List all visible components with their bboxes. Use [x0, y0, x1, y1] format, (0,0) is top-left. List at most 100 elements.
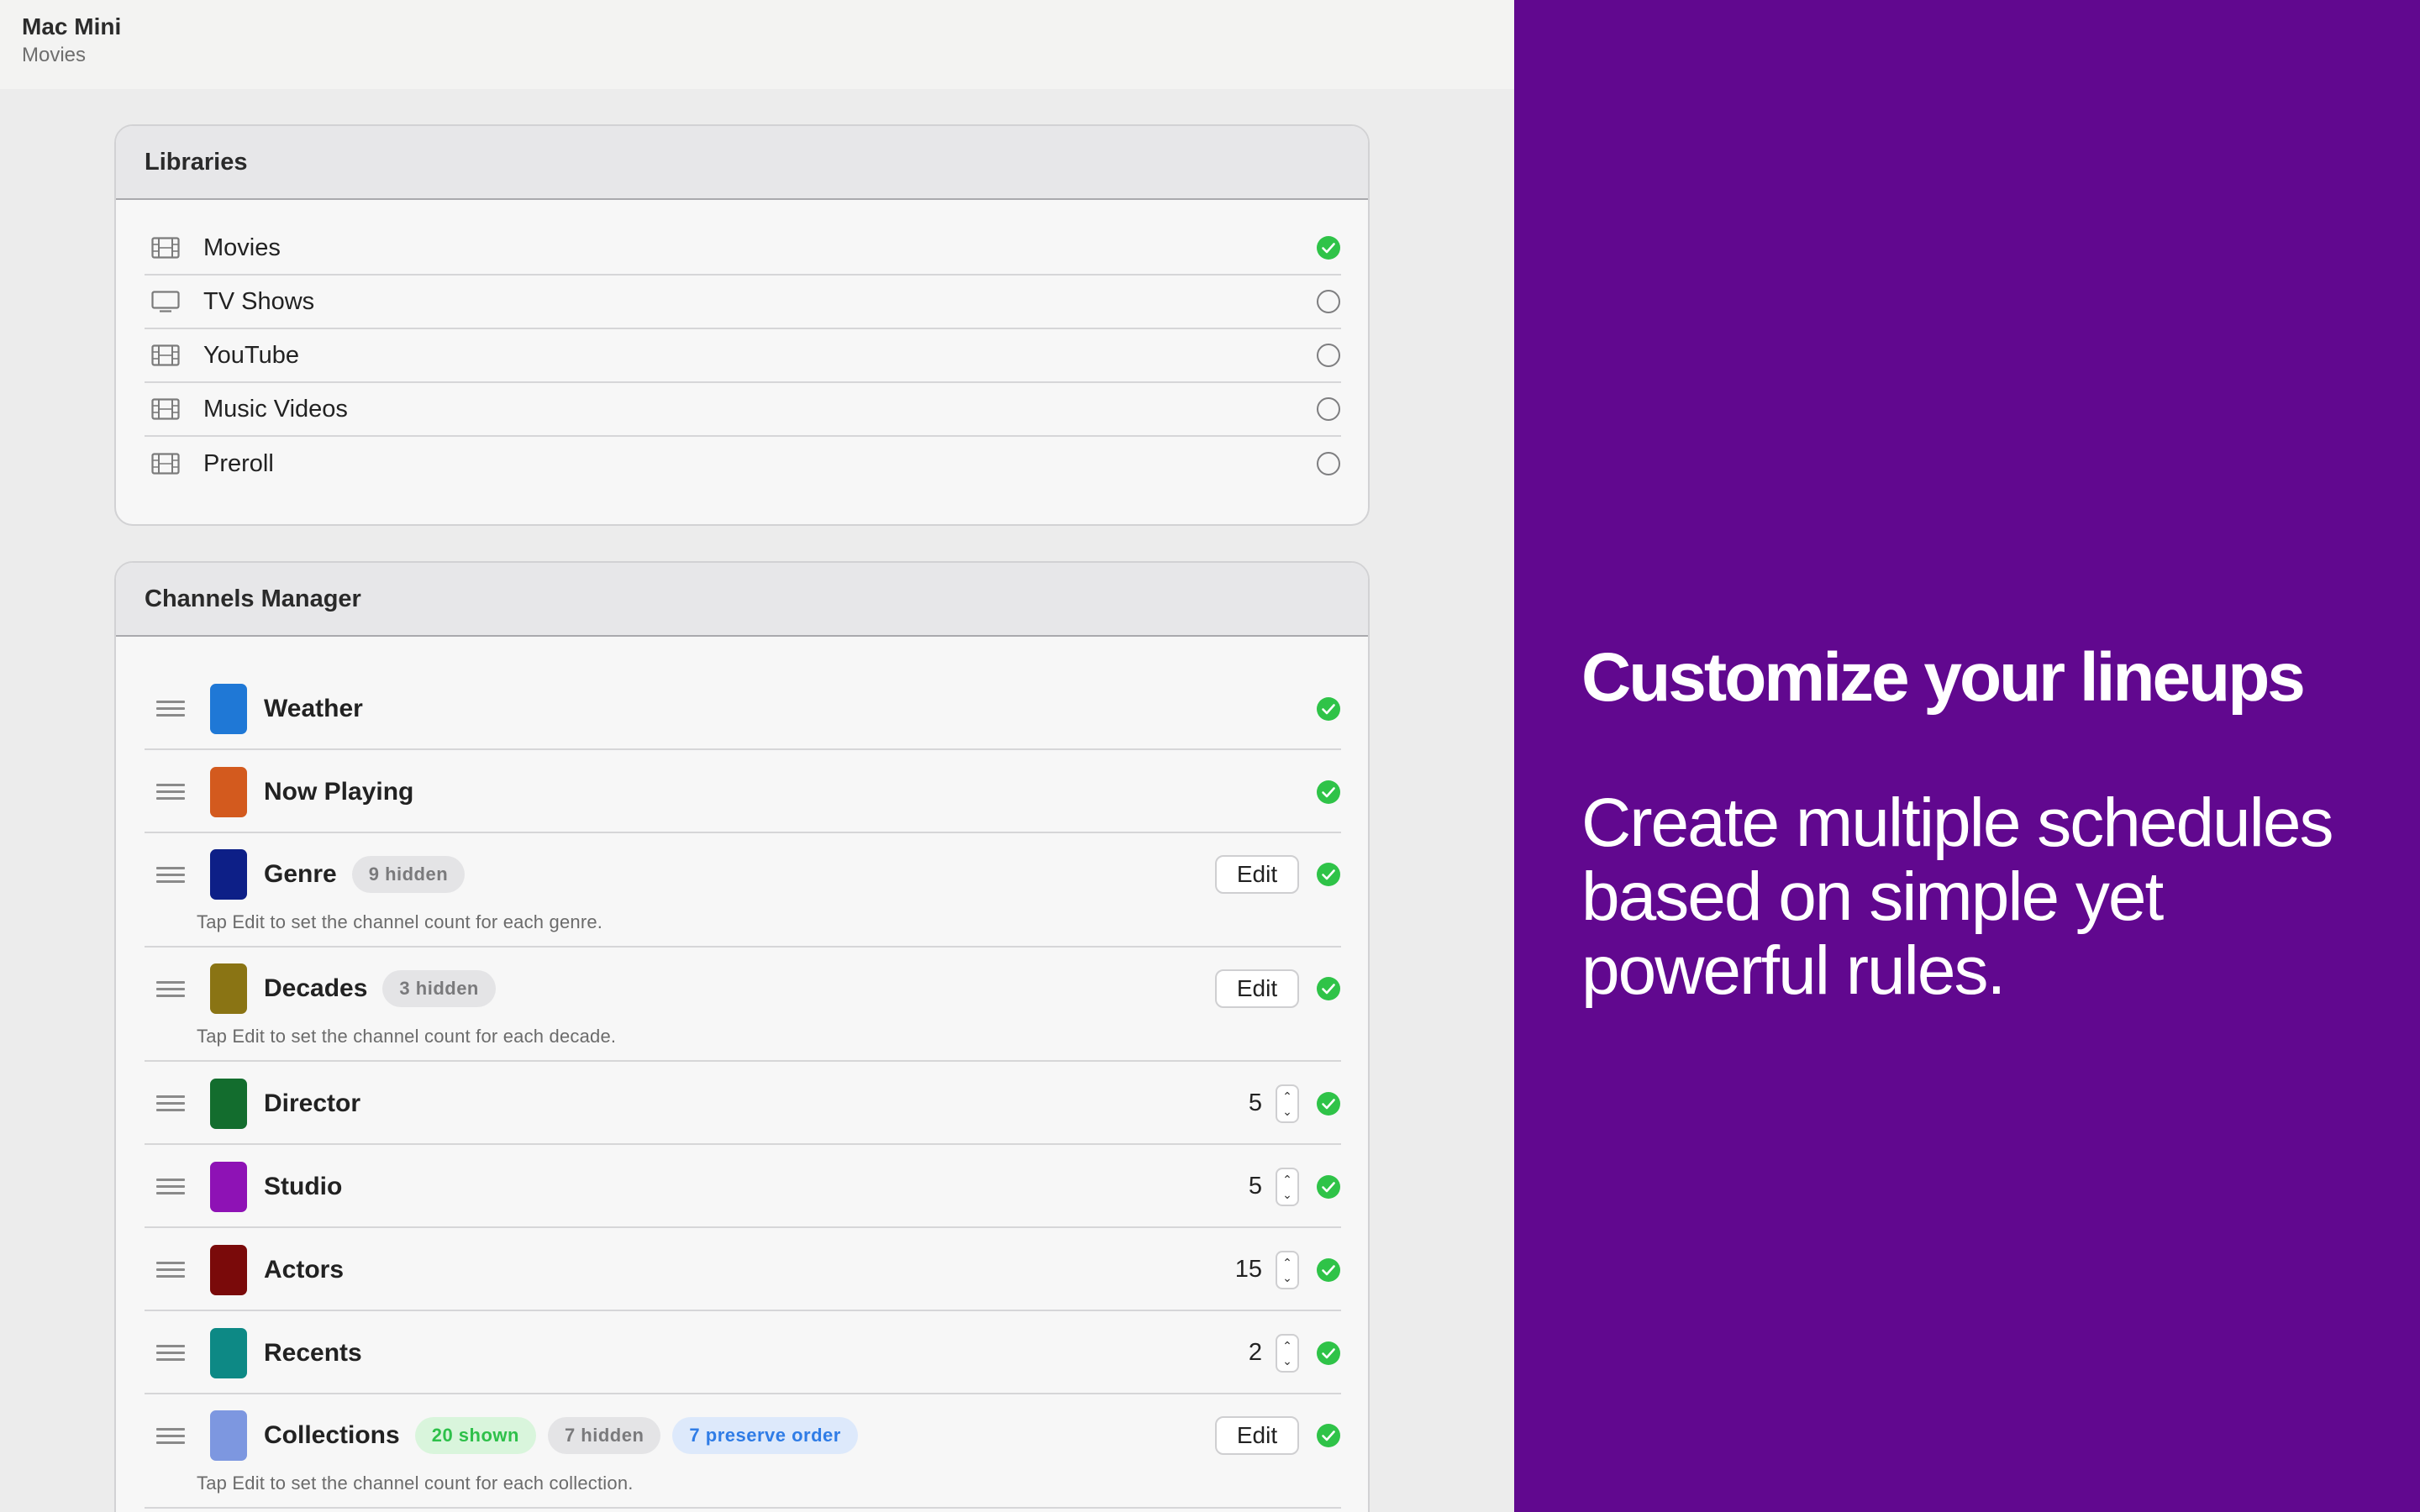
libraries-section: Libraries Movies TV Shows YouTube Music …: [114, 124, 1370, 526]
count-stepper[interactable]: ⌃ ⌄: [1276, 1333, 1299, 1373]
channel-hint: Tap Edit to set the channel count for ea…: [197, 911, 603, 932]
channels-manager-header: Channels Manager: [116, 563, 1368, 637]
channel-label: Recents: [264, 1338, 362, 1367]
drag-handle-icon[interactable]: [156, 1427, 185, 1444]
hidden-count-badge: 9 hidden: [351, 856, 466, 893]
channel-count-control: 15 ⌃ ⌄: [1234, 1250, 1299, 1289]
checkmark-circle-icon[interactable]: [1316, 1091, 1341, 1116]
library-label: YouTube: [203, 341, 299, 369]
channel-label: Genre: [264, 860, 337, 888]
channel-color-swatch: [210, 766, 247, 817]
channel-count-value: 5: [1248, 1173, 1262, 1200]
channel-hint: Tap Edit to set the channel count for ea…: [197, 1473, 634, 1494]
title-bar: Mac Mini Movies: [0, 0, 1514, 89]
library-list: Movies TV Shows YouTube Music Videos Pre…: [145, 222, 1341, 491]
channel-count-value: 15: [1234, 1256, 1262, 1283]
checkmark-circle-icon[interactable]: [1316, 1174, 1341, 1200]
hidden-count-badge: 3 hidden: [382, 970, 496, 1007]
channel-color-swatch: [210, 1244, 247, 1295]
chevron-down-icon[interactable]: ⌄: [1282, 1270, 1292, 1285]
checkmark-circle-icon[interactable]: [1316, 696, 1341, 722]
drag-handle-icon[interactable]: [156, 1179, 185, 1194]
edit-button[interactable]: Edit: [1215, 1416, 1299, 1455]
promo-title: Customize your lineups: [1581, 639, 2306, 716]
checkmark-circle-icon[interactable]: [1316, 862, 1341, 887]
chevron-down-icon[interactable]: ⌄: [1282, 1104, 1292, 1119]
window-subtitle: Movies: [22, 44, 87, 66]
channel-row-decades: Decades 3 hidden Edit Tap Edit to set th…: [145, 948, 1341, 1062]
library-row-youtube[interactable]: YouTube: [145, 329, 1341, 383]
empty-circle-icon[interactable]: [1316, 289, 1341, 314]
count-stepper[interactable]: ⌃ ⌄: [1276, 1084, 1299, 1123]
library-row-movies[interactable]: Movies: [145, 222, 1341, 276]
checkmark-circle-icon[interactable]: [1316, 235, 1341, 260]
channel-color-swatch: [210, 1410, 247, 1461]
channel-label: Actors: [264, 1255, 345, 1284]
checkmark-circle-icon[interactable]: [1316, 1423, 1341, 1448]
empty-circle-icon[interactable]: [1316, 343, 1341, 368]
film-icon: [151, 344, 180, 366]
channel-row-genre: Genre 9 hidden Edit Tap Edit to set the …: [145, 833, 1341, 948]
drag-handle-icon[interactable]: [156, 980, 185, 997]
count-stepper[interactable]: ⌃ ⌄: [1276, 1250, 1299, 1289]
channel-row-studio: Studio 5 ⌃ ⌄: [145, 1145, 1341, 1228]
channel-row-weather: Weather: [145, 667, 1341, 750]
chevron-up-icon[interactable]: ⌃: [1282, 1089, 1292, 1104]
channel-count-control: 5 ⌃ ⌄: [1248, 1167, 1299, 1206]
channel-count-control: 5 ⌃ ⌄: [1249, 1084, 1299, 1123]
drag-handle-icon[interactable]: [156, 1095, 185, 1111]
channel-label: Director: [264, 1089, 361, 1117]
library-row-preroll[interactable]: Preroll: [145, 437, 1341, 491]
chevron-up-icon[interactable]: ⌃: [1282, 1255, 1292, 1270]
chevron-up-icon[interactable]: ⌃: [1282, 1338, 1292, 1353]
chevron-down-icon[interactable]: ⌄: [1282, 1187, 1292, 1202]
channel-color-swatch: [210, 1078, 247, 1129]
libraries-header: Libraries: [116, 126, 1368, 200]
chevron-down-icon[interactable]: ⌄: [1282, 1353, 1292, 1368]
channel-label: Weather: [264, 694, 363, 722]
hidden-count-badge: 7 hidden: [547, 1417, 661, 1454]
shown-count-badge: 20 shown: [414, 1417, 536, 1454]
drag-handle-icon[interactable]: [156, 701, 185, 717]
edit-button[interactable]: Edit: [1215, 969, 1299, 1008]
channel-row-director: Director 5 ⌃ ⌄: [145, 1062, 1341, 1145]
channel-color-swatch: [210, 963, 247, 1014]
empty-circle-icon[interactable]: [1316, 396, 1341, 422]
channel-label: Studio: [264, 1172, 343, 1200]
chevron-up-icon[interactable]: ⌃: [1282, 1172, 1292, 1187]
preserve-order-badge: 7 preserve order: [672, 1417, 858, 1454]
empty-circle-icon[interactable]: [1316, 451, 1341, 476]
channel-color-swatch: [210, 1161, 247, 1212]
channel-row-now-playing: Now Playing: [145, 750, 1341, 833]
library-label: Preroll: [203, 449, 274, 477]
drag-handle-icon[interactable]: [156, 1262, 185, 1278]
library-row-music-videos[interactable]: Music Videos: [145, 383, 1341, 437]
film-icon: [151, 398, 180, 420]
channel-color-swatch: [210, 1327, 247, 1378]
channel-row-actors: Actors 15 ⌃ ⌄: [145, 1228, 1341, 1311]
channels-manager-header-label: Channels Manager: [145, 585, 361, 612]
window-title: Mac Mini: [22, 13, 122, 39]
count-stepper[interactable]: ⌃ ⌄: [1276, 1167, 1299, 1206]
checkmark-circle-icon[interactable]: [1316, 1341, 1341, 1366]
drag-handle-icon[interactable]: [156, 1345, 185, 1361]
library-label: Movies: [203, 234, 281, 261]
channel-label: Decades: [264, 974, 368, 1002]
channels-manager-section: Channels Manager Weather Now Playing Gen…: [114, 561, 1370, 1512]
channel-count-value: 2: [1248, 1339, 1262, 1366]
channel-label: Now Playing: [264, 777, 414, 806]
drag-handle-icon[interactable]: [156, 866, 185, 883]
channel-color-swatch: [210, 683, 247, 734]
library-label: TV Shows: [203, 287, 315, 315]
edit-button[interactable]: Edit: [1215, 855, 1299, 894]
promo-panel: Customize your lineups Create multiple s…: [1514, 0, 2420, 1512]
library-label: Music Videos: [203, 395, 348, 423]
library-row-tv-shows[interactable]: TV Shows: [145, 276, 1341, 329]
drag-handle-icon[interactable]: [156, 784, 185, 800]
app-pane: Mac Mini Movies Libraries Movies TV Show…: [0, 0, 1514, 1512]
checkmark-circle-icon[interactable]: [1316, 1257, 1341, 1283]
checkmark-circle-icon[interactable]: [1316, 780, 1341, 805]
film-icon: [151, 237, 180, 259]
channel-color-swatch: [210, 849, 247, 900]
checkmark-circle-icon[interactable]: [1316, 976, 1341, 1001]
